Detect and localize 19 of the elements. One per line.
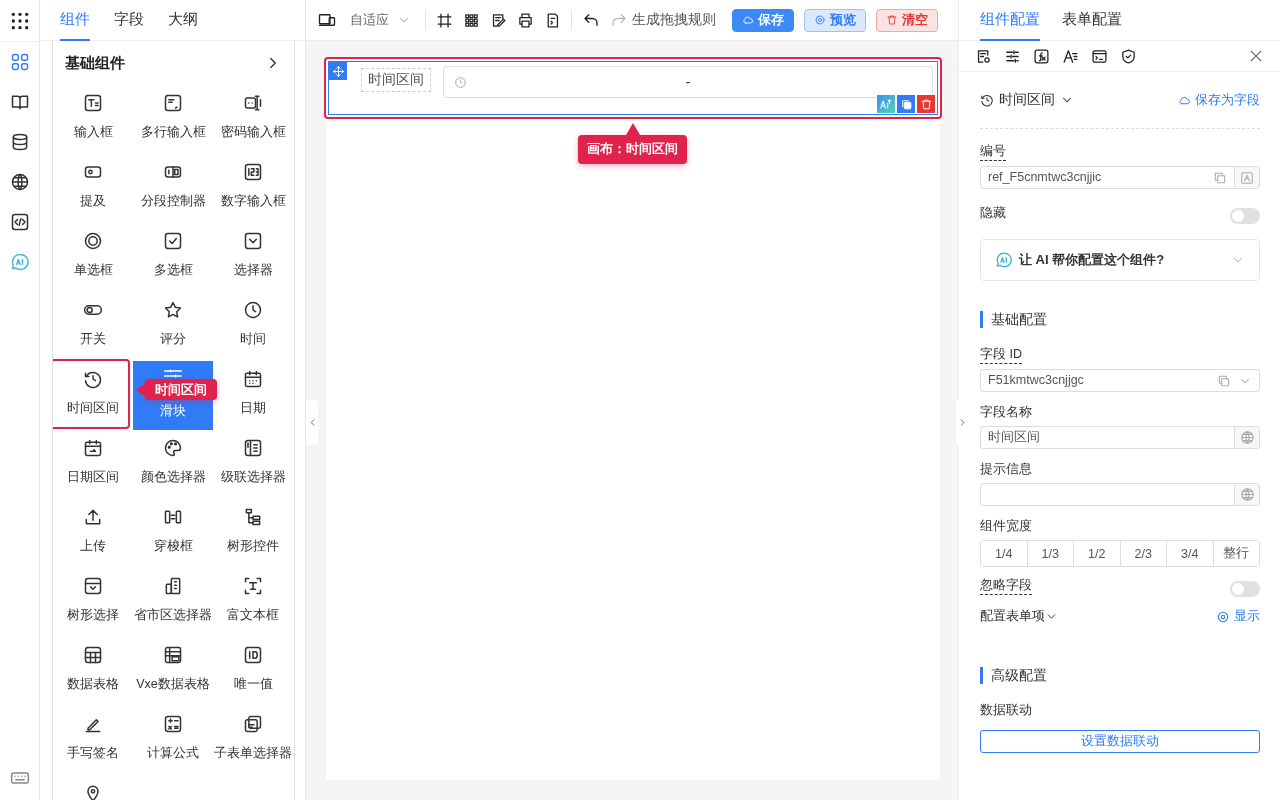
range-separator: - xyxy=(685,74,691,90)
field-label: 字段名称 xyxy=(980,404,1032,421)
field-label: 提示信息 xyxy=(980,461,1032,478)
section-title: 高级配置 xyxy=(980,667,1260,684)
section-title: 基础配置 xyxy=(980,311,1260,328)
group-title: 基础组件 xyxy=(65,53,125,73)
field-label: 忽略字段 xyxy=(980,577,1032,595)
component-tooltip: 时间区间 xyxy=(136,379,217,400)
field-value: F51kmtwc3cnjjgc xyxy=(987,372,1085,389)
field-label: 时间区间 xyxy=(361,68,431,92)
field-value: ref_F5cnmtwc3cnjjic xyxy=(987,169,1103,186)
field-label: 隐藏 xyxy=(980,205,1006,222)
field-label: 编号 xyxy=(980,143,1006,161)
canvas-tooltip: 画布：时间区间 xyxy=(578,123,687,164)
field-value: 时间区间 xyxy=(987,429,1041,446)
ai-prompt: 让 AI 帮你配置这个组件? xyxy=(1019,251,1165,269)
field-label: 字段 ID xyxy=(980,346,1022,364)
field-label: 数据联动 xyxy=(980,702,1032,719)
field-label: 组件宽度 xyxy=(980,518,1032,535)
